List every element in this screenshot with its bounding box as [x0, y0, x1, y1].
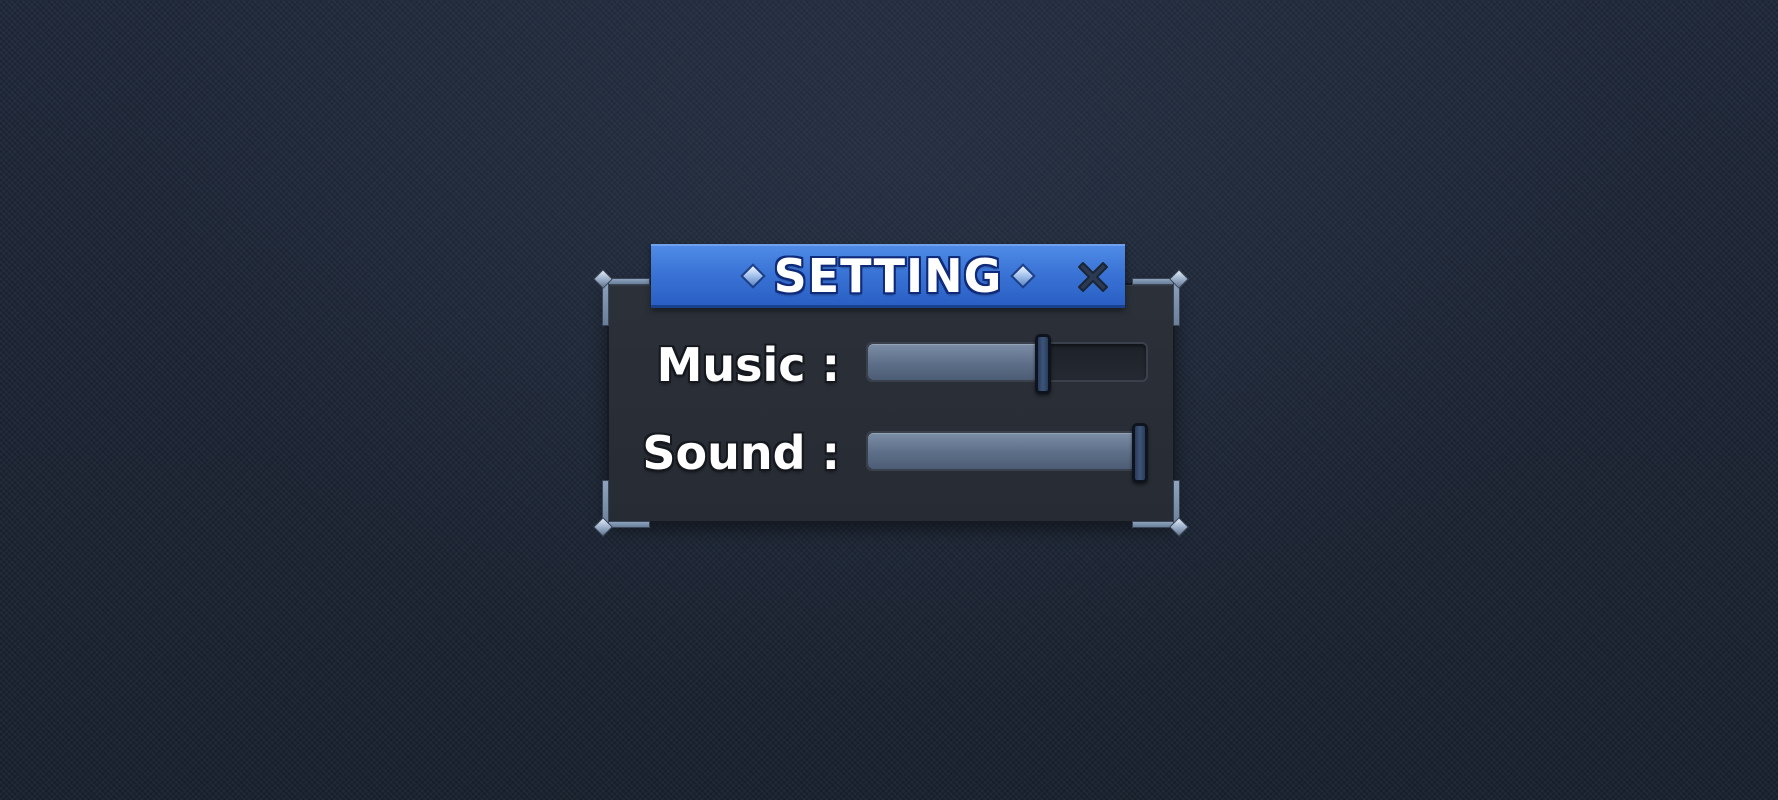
sound-slider-handle[interactable]: [1132, 423, 1148, 483]
diamond-gem-icon: [1169, 269, 1189, 289]
settings-dialog: [593, 269, 1189, 537]
corner-ornament-bottom-right: [1133, 481, 1189, 537]
diamond-gem-icon: [1169, 517, 1189, 537]
dialog-title: SETTING: [773, 248, 1003, 303]
corner-ornament-top-left: [593, 269, 649, 325]
sound-label: Sound :: [642, 426, 840, 480]
diamond-gem-icon: [593, 517, 613, 537]
sound-slider-fill: [868, 433, 1146, 469]
music-slider-handle[interactable]: [1035, 334, 1052, 394]
corner-ornament-top-right: [1133, 269, 1189, 325]
diamond-gem-icon: [1010, 262, 1037, 289]
music-label: Music :: [656, 338, 840, 392]
music-volume-slider[interactable]: [866, 334, 1148, 394]
close-button[interactable]: [1071, 255, 1115, 299]
corner-ornament-bottom-left: [593, 481, 649, 537]
diamond-gem-icon: [593, 269, 613, 289]
close-icon: [1078, 262, 1108, 292]
sound-volume-slider[interactable]: [866, 423, 1148, 483]
music-slider-fill: [868, 344, 1044, 380]
diamond-gem-icon: [739, 262, 766, 289]
title-banner: SETTING: [651, 244, 1125, 308]
